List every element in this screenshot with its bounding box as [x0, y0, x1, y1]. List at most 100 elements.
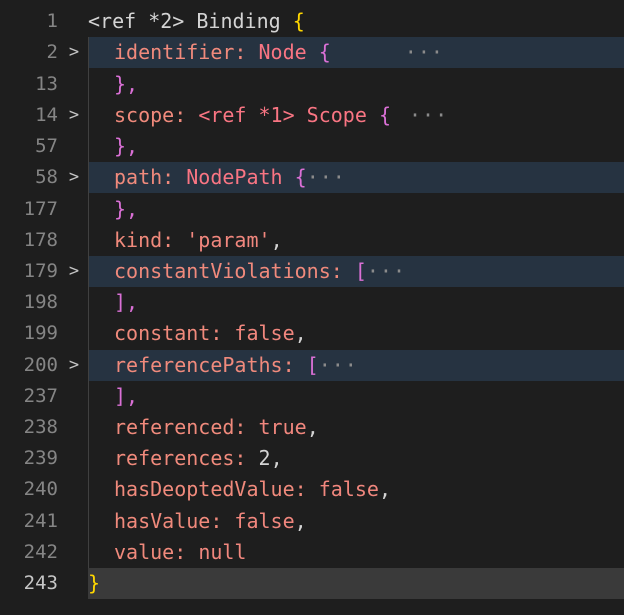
- line-number: 179: [23, 260, 58, 282]
- open-brace: {: [318, 40, 331, 64]
- type-name: NodePath: [186, 165, 295, 189]
- code-text: value: null: [88, 537, 624, 568]
- open-bracket: [: [306, 353, 319, 377]
- code-text: },: [88, 194, 624, 225]
- property-key: hasValue: [114, 509, 211, 533]
- property-key: constantViolations: [114, 259, 331, 283]
- type-name: <ref *1> Scope: [198, 103, 379, 127]
- close-brace: },: [114, 197, 139, 221]
- ellipsis-icon[interactable]: ···: [367, 259, 406, 283]
- line-number: 243: [23, 572, 58, 594]
- line-number: 14: [35, 104, 58, 126]
- chevron-right-icon[interactable]: >: [66, 100, 82, 131]
- chevron-right-icon[interactable]: >: [66, 37, 82, 68]
- line-number: 199: [23, 322, 58, 344]
- line-number: 58: [35, 166, 58, 188]
- ellipsis-icon[interactable]: ···: [409, 103, 448, 127]
- line-number: 237: [23, 385, 58, 407]
- line-number: 242: [23, 541, 58, 563]
- line-number: 57: [35, 135, 58, 157]
- close-bracket: ],: [114, 384, 139, 408]
- line-number: 240: [23, 478, 58, 500]
- comma: ,: [294, 509, 307, 533]
- code-line[interactable]: 14 > scope: <ref *1> Scope {···: [0, 100, 624, 131]
- line-number: 2: [46, 41, 58, 63]
- line-number: 13: [35, 73, 58, 95]
- property-key: referencePaths: [114, 353, 283, 377]
- property-value: 2: [258, 446, 271, 470]
- line-number: 177: [23, 198, 58, 220]
- code-line[interactable]: 1 <ref *2> Binding {: [0, 6, 624, 37]
- separator: :: [210, 509, 235, 533]
- property-key: scope: [114, 103, 175, 127]
- property-key: constant: [114, 321, 211, 345]
- code-text: <ref *2> Binding {: [88, 6, 624, 37]
- separator: :: [210, 321, 235, 345]
- chevron-right-icon[interactable]: >: [66, 162, 82, 193]
- property-key: value: [114, 540, 175, 564]
- code-text: referenced: true,: [88, 412, 624, 443]
- code-line[interactable]: 200 > referencePaths: [···: [0, 350, 624, 381]
- property-value: false: [234, 321, 295, 345]
- code-line[interactable]: 13 },: [0, 69, 624, 100]
- separator: :: [282, 353, 307, 377]
- comma: ,: [306, 415, 319, 439]
- line-number: 241: [23, 510, 58, 532]
- code-text: referencePaths: [···: [88, 350, 624, 381]
- property-key: path: [114, 165, 163, 189]
- line-number: 238: [23, 416, 58, 438]
- ellipsis-icon[interactable]: ···: [307, 165, 346, 189]
- code-line[interactable]: 238 referenced: true,: [0, 412, 624, 443]
- code-editor[interactable]: 1 <ref *2> Binding { 2 > identifier: Nod…: [0, 0, 624, 615]
- code-line[interactable]: 239 references: 2,: [0, 443, 624, 474]
- comma: ,: [378, 477, 391, 501]
- indent-guide: [88, 37, 89, 568]
- code-line[interactable]: 241 hasValue: false,: [0, 506, 624, 537]
- close-brace: },: [114, 72, 139, 96]
- code-line[interactable]: 199 constant: false,: [0, 318, 624, 349]
- close-brace: },: [114, 134, 139, 158]
- line-number: 239: [23, 447, 58, 469]
- code-text: scope: <ref *1> Scope {···: [88, 100, 624, 131]
- separator: :: [162, 165, 187, 189]
- code-line[interactable]: 177 },: [0, 194, 624, 225]
- line-number: 200: [23, 354, 58, 376]
- comma: ,: [294, 321, 307, 345]
- property-key: kind: [114, 228, 163, 252]
- code-line[interactable]: 57 },: [0, 131, 624, 162]
- ellipsis-icon[interactable]: ···: [319, 353, 358, 377]
- separator: :: [234, 415, 259, 439]
- property-key: identifier: [114, 40, 235, 64]
- ellipsis-icon[interactable]: ···: [405, 40, 444, 64]
- separator: :: [174, 103, 199, 127]
- code-line[interactable]: 179 > constantViolations: [···: [0, 256, 624, 287]
- separator: :: [174, 540, 199, 564]
- code-text: constant: false,: [88, 318, 624, 349]
- separator: :: [294, 477, 319, 501]
- property-value: 'param': [186, 228, 271, 252]
- property-key: referenced: [114, 415, 235, 439]
- chevron-right-icon[interactable]: >: [66, 350, 82, 381]
- code-line[interactable]: 198 ],: [0, 287, 624, 318]
- code-line[interactable]: 58 > path: NodePath {···: [0, 162, 624, 193]
- close-brace: }: [88, 571, 101, 595]
- code-line[interactable]: 242 value: null: [0, 537, 624, 568]
- close-bracket: ],: [114, 290, 139, 314]
- code-line[interactable]: 178 kind: 'param',: [0, 225, 624, 256]
- code-line[interactable]: 2 > identifier: Node {···: [0, 37, 624, 68]
- code-text: ],: [88, 287, 624, 318]
- code-text: }: [88, 568, 624, 599]
- line-number: 178: [23, 229, 58, 251]
- comma: ,: [270, 446, 283, 470]
- code-text: },: [88, 131, 624, 162]
- code-text: },: [88, 69, 624, 100]
- code-line[interactable]: 237 ],: [0, 381, 624, 412]
- code-line-current[interactable]: 243 }: [0, 568, 624, 599]
- code-text: identifier: Node {···: [88, 37, 624, 68]
- line-number: 1: [46, 10, 58, 32]
- code-line[interactable]: 240 hasDeoptedValue: false,: [0, 474, 624, 505]
- code-text: references: 2,: [88, 443, 624, 474]
- separator: :: [234, 446, 259, 470]
- line-number: 198: [23, 291, 58, 313]
- chevron-right-icon[interactable]: >: [66, 256, 82, 287]
